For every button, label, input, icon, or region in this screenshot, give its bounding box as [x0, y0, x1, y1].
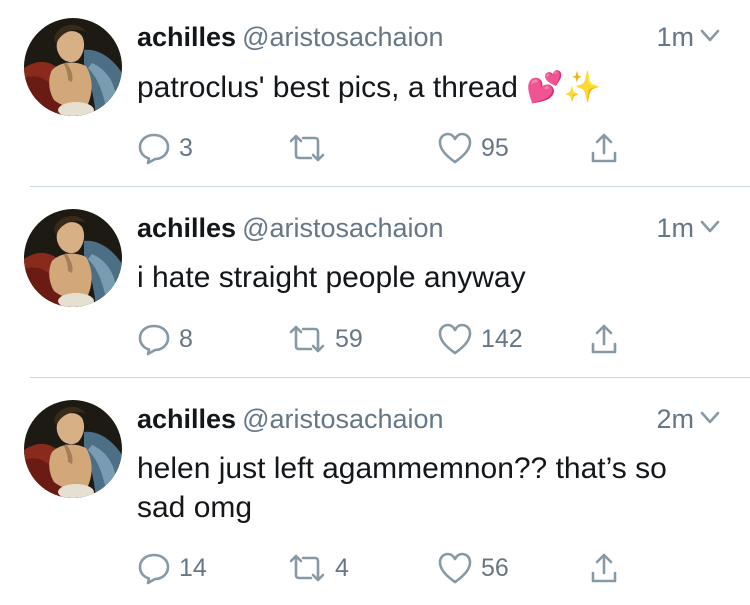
- like-button[interactable]: 142: [437, 321, 523, 357]
- retweet-button[interactable]: [287, 130, 335, 166]
- heart-icon: [438, 132, 472, 164]
- tweet-header: achilles @aristosachaion 2m: [137, 401, 720, 437]
- chevron-down-icon[interactable]: [700, 411, 720, 425]
- tweet-text: helen just left agammemnon?? that’s so s…: [137, 452, 667, 524]
- tweet-header: achilles @aristosachaion 1m: [137, 19, 720, 55]
- reply-icon: [138, 133, 170, 165]
- avatar[interactable]: [24, 209, 122, 307]
- handle[interactable]: @aristosachaion: [242, 22, 444, 52]
- share-icon: [591, 133, 617, 163]
- like-button[interactable]: 56: [437, 550, 509, 586]
- avatar[interactable]: [24, 400, 122, 498]
- reply-icon: [138, 324, 170, 356]
- chevron-down-icon[interactable]: [700, 29, 720, 43]
- share-button[interactable]: [589, 130, 619, 166]
- tweet-actions: 14 4 56: [137, 550, 637, 586]
- share-icon: [591, 553, 617, 583]
- like-count: 95: [481, 133, 509, 162]
- tweet-2[interactable]: achilles @aristosachaion 1m i hate straig…: [0, 187, 750, 377]
- share-button[interactable]: [589, 321, 619, 357]
- like-count: 142: [481, 324, 523, 353]
- reply-button[interactable]: 3: [137, 130, 193, 166]
- reply-count: 3: [179, 133, 193, 162]
- chevron-down-icon[interactable]: [700, 220, 720, 234]
- reply-count: 8: [179, 324, 193, 353]
- share-button[interactable]: [589, 550, 619, 586]
- heart-icon: [438, 323, 472, 355]
- retweet-icon: [289, 325, 325, 353]
- timestamp[interactable]: 1m: [656, 210, 694, 246]
- tweet-text: i hate straight people anyway: [137, 261, 526, 294]
- reply-button[interactable]: 8: [137, 321, 193, 357]
- retweet-button[interactable]: 59: [287, 321, 363, 357]
- handle[interactable]: @aristosachaion: [242, 404, 444, 434]
- heart-icon: [438, 552, 472, 584]
- tweet-1[interactable]: achilles @aristosachaion 1m patroclus' be…: [0, 0, 750, 186]
- avatar[interactable]: [24, 18, 122, 116]
- tweet-actions: 8 59 142: [137, 321, 637, 357]
- tweet-header: achilles @aristosachaion 1m: [137, 210, 720, 246]
- timestamp[interactable]: 1m: [656, 19, 694, 55]
- reply-count: 14: [179, 553, 207, 582]
- tweet-text: patroclus' best pics, a thread 💕✨: [137, 71, 601, 104]
- retweet-button[interactable]: 4: [287, 550, 349, 586]
- display-name[interactable]: achilles: [137, 213, 236, 243]
- display-name[interactable]: achilles: [137, 404, 236, 434]
- reply-button[interactable]: 14: [137, 550, 207, 586]
- reply-icon: [138, 553, 170, 585]
- handle[interactable]: @aristosachaion: [242, 213, 444, 243]
- timestamp[interactable]: 2m: [656, 401, 694, 437]
- like-button[interactable]: 95: [437, 130, 509, 166]
- tweet-actions: 3 95: [137, 130, 637, 166]
- display-name[interactable]: achilles: [137, 22, 236, 52]
- tweet-3[interactable]: achilles @aristosachaion 2m helen just le…: [0, 378, 750, 605]
- retweet-icon: [289, 554, 325, 582]
- share-icon: [591, 324, 617, 354]
- retweet-count: 4: [335, 553, 349, 582]
- like-count: 56: [481, 553, 509, 582]
- retweet-count: 59: [335, 324, 363, 353]
- retweet-icon: [289, 134, 325, 162]
